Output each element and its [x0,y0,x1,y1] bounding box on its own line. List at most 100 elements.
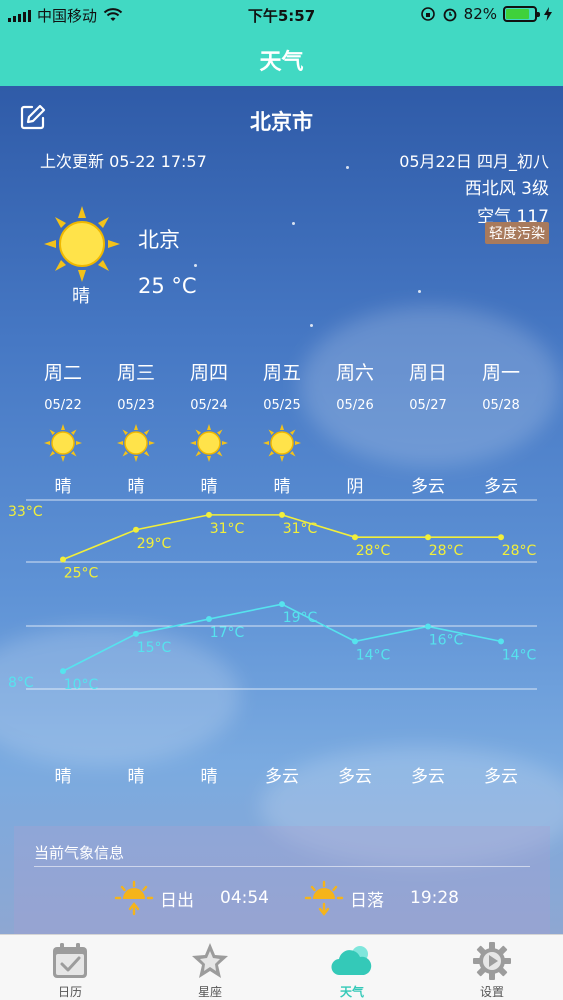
date: 05/23 [117,398,155,413]
sun-icon [263,424,301,462]
calendar-icon [53,943,87,978]
high-temp-label: 28°C [502,543,537,559]
high-temp-label: 31°C [283,521,318,537]
gear-icon [473,942,511,980]
weekday: 周五 [262,362,301,384]
forecast-day: 周一 05/28 多云 [464,358,538,497]
air-level-badge: 轻度污染 [485,222,549,244]
current-city: 北京 [138,228,180,252]
star-dot [346,166,349,169]
forecast-day: 周六 05/26 阴 [318,358,392,497]
tab-calendar[interactable]: 日历 [30,939,110,1000]
tab-bar: 日历 星座 天气 设置 [0,934,563,1000]
high-temp-point [425,534,431,541]
low-temp-label: 17°C [210,625,245,641]
date: 05/25 [263,398,301,413]
min-temp-label: 8°C [8,675,34,691]
tab-constellation[interactable]: 星座 [170,939,250,1000]
status-bar: 中国移动 下午5:57 82% [0,0,563,30]
low-temp-point [352,638,358,645]
weekday: 周三 [116,362,155,384]
low-temp-label: 14°C [356,647,391,663]
tab-settings[interactable]: 设置 [452,939,532,1000]
high-temp-point [206,511,212,518]
low-temp-label: 10°C [64,677,99,693]
sun-icon [190,424,228,462]
low-temp-label: 19°C [283,610,318,626]
date: 05/26 [336,398,374,413]
last-update: 上次更新 05-22 17:57 [40,152,207,171]
night-condition: 多云 [411,767,445,787]
rotation-lock-icon [420,7,435,21]
star-dot [310,324,313,327]
low-temp-label: 14°C [502,647,537,663]
high-temp-point [279,511,285,518]
sun-icon [44,424,82,462]
sun-icon [117,424,155,462]
weekday: 周六 [335,362,374,384]
charging-icon [544,7,552,21]
forecast-day: 周三 05/23 晴 [99,358,173,497]
star-dot [292,222,295,225]
low-temp-point [425,623,431,630]
sun-icon [44,206,120,282]
weekday: 周一 [481,362,520,384]
weekday: 周四 [189,362,228,384]
weekday: 周二 [43,362,82,384]
current-temperature: 25 °C [138,274,197,298]
low-temp-label: 15°C [137,640,172,656]
date: 05/27 [409,398,447,413]
night-condition: 多云 [265,767,299,787]
date: 05/24 [190,398,228,413]
sunrise-time: 04:54 [220,888,269,908]
sunset-label: 日落 [350,890,384,911]
high-temp-label: 28°C [356,543,391,559]
title-bar: 天气 [0,30,563,86]
wind-info: 西北风 3级 [464,179,549,199]
high-temp-point [133,526,139,533]
city-title: 北京市 [250,110,313,134]
forecast-day: 周二 05/22 晴 [26,358,100,497]
night-condition: 多云 [338,767,372,787]
divider [34,866,530,867]
high-temp-point [498,534,504,541]
low-temp-point [279,601,285,608]
date: 05/28 [482,398,520,413]
high-temp-label: 25°C [64,566,99,582]
low-temp-point [133,630,139,637]
date-lunar: 05月22日 四月_初八 [399,152,549,171]
low-temp-label: 16°C [429,632,464,648]
high-temp-label: 28°C [429,543,464,559]
low-temp-point [206,616,212,623]
battery-icon [503,6,540,22]
weekday: 周日 [408,362,447,384]
star-icon [192,943,228,978]
low-temp-point [498,638,504,645]
sunset: 日落 19:28 [304,880,459,916]
current-condition: 晴 [72,286,90,307]
tab-label: 星座 [197,985,222,999]
high-temp-point [60,556,66,563]
high-temp-point [352,534,358,541]
tab-label: 天气 [339,985,364,999]
sunrise-label: 日出 [160,890,194,911]
sunrise: 日出 04:54 [114,880,269,916]
weather-content: 北京市 上次更新 05-22 17:57 05月22日 四月_初八 西北风 3级… [0,86,563,934]
tab-label: 日历 [57,985,82,999]
date: 05/22 [44,398,82,413]
alarm-icon [443,8,457,22]
battery-percent: 82% [463,5,497,23]
night-condition: 晴 [54,767,72,787]
sunrise-icon [114,880,154,916]
weather-info-panel: 当前气象信息 日出 04:54 日落 19:28 [14,826,550,934]
sunset-icon [304,880,344,916]
max-temp-label: 33°C [8,504,43,520]
sunset-time: 19:28 [410,888,459,908]
forecast-day: 周日 05/27 多云 [391,358,465,497]
low-temp-point [60,668,66,675]
info-panel-title: 当前气象信息 [34,844,125,862]
tab-label: 设置 [479,985,504,999]
tab-weather[interactable]: 天气 [312,939,392,1000]
forecast-day: 周四 05/24 晴 [172,358,246,497]
star-dot [418,290,421,293]
